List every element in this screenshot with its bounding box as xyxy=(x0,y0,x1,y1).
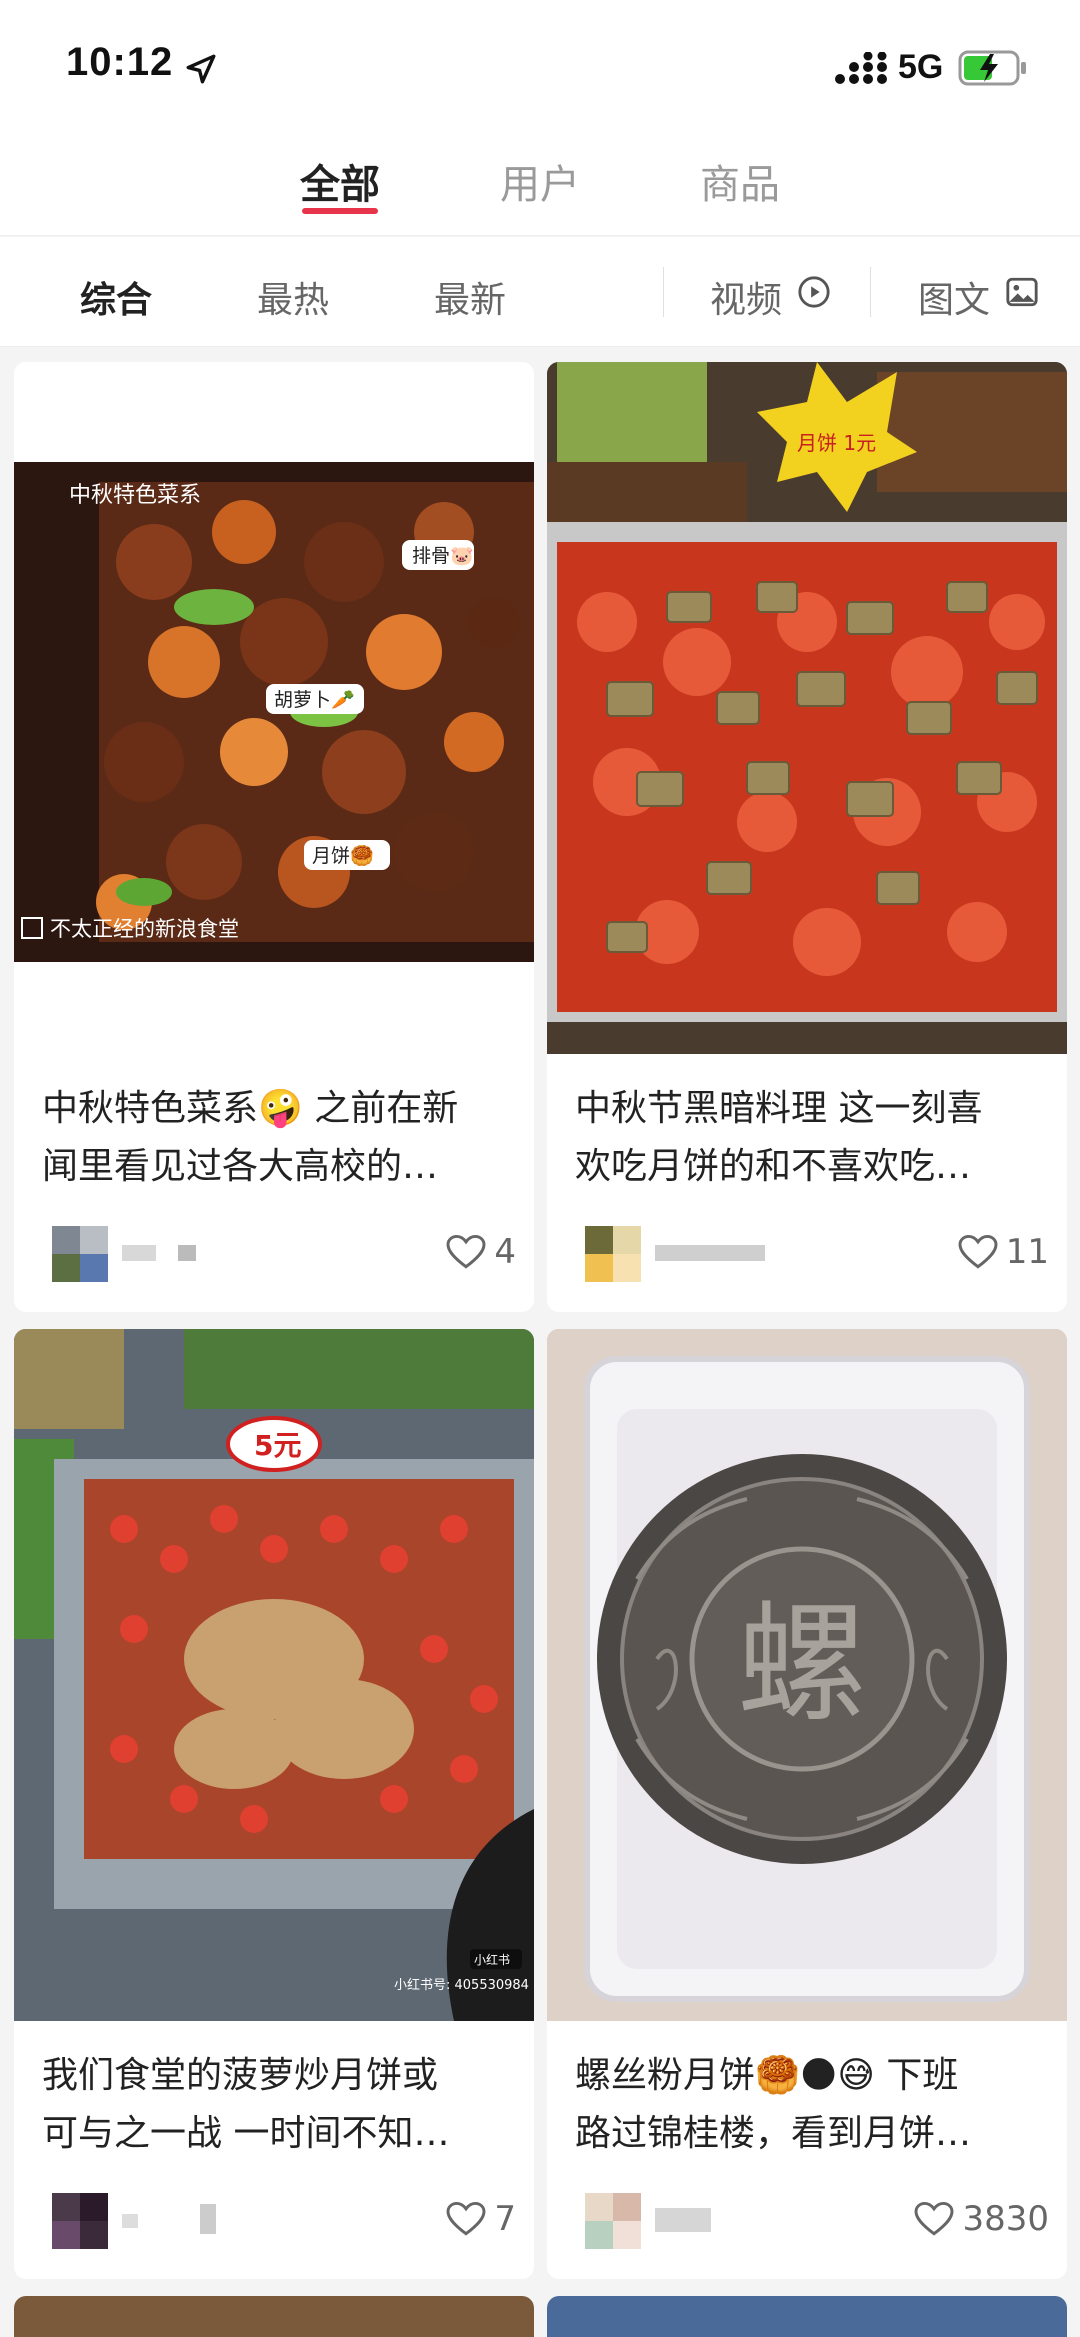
network-label: 5G xyxy=(898,48,944,86)
post-footer: 11 xyxy=(575,1222,1049,1282)
author-name-blurred[interactable] xyxy=(122,2204,222,2234)
image-icon[interactable] xyxy=(1005,275,1039,309)
location-arrow-icon xyxy=(186,54,216,84)
post-footer: 4 xyxy=(42,1222,516,1282)
post-card[interactable]: 5元 小红书 小红书号: 405530984 我们食堂的菠萝炒月饼或 可与之一战… xyxy=(14,1329,534,2279)
filter-newest[interactable]: 最新 xyxy=(434,271,506,323)
author-name-blurred[interactable] xyxy=(122,1237,202,1267)
active-tab-indicator xyxy=(302,208,378,214)
heart-icon xyxy=(914,2201,954,2236)
filter-video[interactable]: 视频 xyxy=(710,271,782,323)
post-title-line: 路过锦桂楼，看到月饼… xyxy=(575,2113,972,2154)
search-results-page: 10:12 5G 全部 用户 商品 综合 最热 最新 视频 图文 中秋特色菜系 … xyxy=(0,0,1080,2337)
like-count: 4 xyxy=(494,1232,516,1272)
overlay-tag: 排骨🐷 xyxy=(412,545,474,567)
post-card[interactable]: 中秋特色菜系 排骨🐷 胡萝卜🥕 月饼🥮 不太正经的新浪食堂 中秋特色菜系🤪 之前… xyxy=(14,362,534,1312)
overlay-tag: 胡萝卜🥕 xyxy=(274,689,355,711)
post-title-line: 闻里看见过各大高校的… xyxy=(42,1146,439,1187)
post-footer: 7 xyxy=(42,2189,516,2249)
post-card[interactable]: 螺 螺丝粉月饼🥮🌑😅 下班 路过锦桂楼，看到月饼… 3830 xyxy=(547,1329,1067,2279)
post-title-line: 欢吃月饼的和不喜欢吃… xyxy=(575,1146,972,1187)
avatar[interactable] xyxy=(585,2193,641,2249)
post-title-line: 中秋节黑暗料理 这一刻喜 xyxy=(575,1088,983,1129)
post-image: 螺 xyxy=(547,1329,1067,2021)
braised-dish-image: 中秋特色菜系 排骨🐷 胡萝卜🥕 月饼🥮 不太正经的新浪食堂 xyxy=(14,462,534,962)
like-count: 7 xyxy=(494,2199,516,2239)
post-title: 螺丝粉月饼🥮🌑😅 下班 路过锦桂楼，看到月饼… xyxy=(575,2047,1049,2163)
heart-icon xyxy=(446,1234,486,1269)
filter-divider xyxy=(870,267,871,317)
post-title: 我们食堂的菠萝炒月饼或 可与之一战 一时间不知… xyxy=(42,2047,516,2163)
post-title: 中秋节黑暗料理 这一刻喜 欢吃月饼的和不喜欢吃… xyxy=(575,1080,1049,1196)
heart-icon xyxy=(446,2201,486,2236)
author-name-blurred[interactable] xyxy=(655,1237,775,1267)
overlay-corner-label: 中秋特色菜系 xyxy=(69,483,201,508)
post-card[interactable]: 月饼 1元 中秋节黑暗料理 这一刻喜 欢吃月饼的和不喜欢吃… 11 xyxy=(547,362,1067,1312)
play-circle-icon[interactable] xyxy=(797,275,831,309)
overlay-price-tag: 5元 xyxy=(254,1429,301,1462)
post-image: 月饼 1元 xyxy=(547,362,1067,1054)
filter-divider xyxy=(663,267,664,317)
filter-bar: 综合 最热 最新 视频 图文 xyxy=(0,237,1080,347)
filter-image-text[interactable]: 图文 xyxy=(918,271,990,323)
overlay-tag: 月饼🥮 xyxy=(312,844,374,867)
avatar[interactable] xyxy=(585,1226,641,1282)
post-image: 中秋特色菜系 排骨🐷 胡萝卜🥕 月饼🥮 不太正经的新浪食堂 xyxy=(14,362,534,1082)
like-count: 3830 xyxy=(962,2199,1049,2239)
heart-icon xyxy=(958,1234,998,1269)
tab-all[interactable]: 全部 xyxy=(300,152,380,210)
post-title: 中秋特色菜系🤪 之前在新 闻里看见过各大高校的… xyxy=(42,1080,516,1196)
post-card[interactable] xyxy=(547,2296,1067,2337)
tab-products[interactable]: 商品 xyxy=(700,152,780,210)
overlay-badge: 小红书 xyxy=(474,1952,510,1967)
filter-hottest[interactable]: 最热 xyxy=(257,271,329,323)
main-tabs: 全部 用户 商品 xyxy=(0,130,1080,236)
mooncake-character: 螺 xyxy=(737,1588,867,1740)
post-card[interactable] xyxy=(14,2296,534,2337)
signal-icon xyxy=(835,52,887,84)
luosifen-mooncake-image: 螺 xyxy=(547,1329,1067,2021)
post-title-line: 螺丝粉月饼🥮🌑😅 下班 xyxy=(575,2055,959,2096)
battery-charging-icon xyxy=(958,50,1026,86)
post-image: 5元 小红书 小红书号: 405530984 xyxy=(14,1329,534,2021)
tab-users[interactable]: 用户 xyxy=(500,152,580,210)
post-title-line: 中秋特色菜系🤪 之前在新 xyxy=(42,1088,459,1129)
like-counter[interactable]: 3830 xyxy=(914,2197,1049,2241)
author-name-blurred[interactable] xyxy=(655,2204,715,2234)
avatar[interactable] xyxy=(52,1226,108,1282)
overlay-account: 小红书号: 405530984 xyxy=(394,1977,529,1993)
avatar[interactable] xyxy=(52,2193,108,2249)
like-counter[interactable]: 4 xyxy=(446,1230,516,1274)
filter-comprehensive[interactable]: 综合 xyxy=(80,271,152,323)
overlay-watermark: 不太正经的新浪食堂 xyxy=(50,917,239,941)
status-bar: 10:12 5G xyxy=(0,0,1080,130)
post-title-line: 可与之一战 一时间不知… xyxy=(42,2113,450,2154)
like-count: 11 xyxy=(1005,1232,1049,1272)
post-footer: 3830 xyxy=(575,2189,1049,2249)
like-counter[interactable]: 11 xyxy=(958,1230,1049,1274)
overlay-sign: 月饼 1元 xyxy=(797,431,876,455)
status-time: 10:12 xyxy=(66,40,174,84)
post-title-line: 我们食堂的菠萝炒月饼或 xyxy=(42,2055,439,2096)
pineapple-mooncake-image: 5元 小红书 小红书号: 405530984 xyxy=(14,1329,534,2021)
mooncake-tomato-image: 月饼 1元 xyxy=(547,362,1067,1054)
like-counter[interactable]: 7 xyxy=(446,2197,516,2241)
